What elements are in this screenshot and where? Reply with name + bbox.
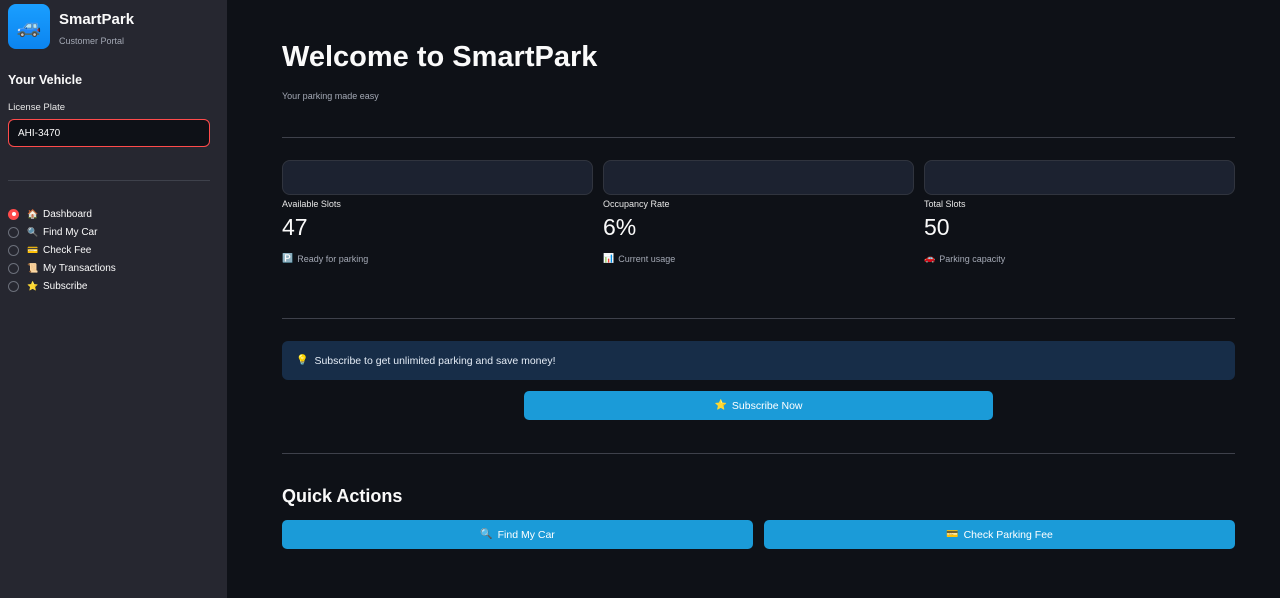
nav-radio-group: 🏠 Dashboard 🔍 Find My Car 💳 Check Fee 📜 … <box>8 205 116 295</box>
nav-label: Dashboard <box>43 208 92 220</box>
credit-card-icon: 💳 <box>946 529 959 540</box>
nav-item-my-transactions[interactable]: 📜 My Transactions <box>8 259 116 277</box>
metric-value: 47 <box>282 214 308 240</box>
radio-selected-icon[interactable] <box>8 208 19 220</box>
star-icon: ⭐ <box>714 400 727 411</box>
metric-card <box>282 160 593 195</box>
metric-value: 6% <box>603 214 637 240</box>
scroll-icon: 📜 <box>27 262 39 273</box>
nav-item-dashboard[interactable]: 🏠 Dashboard <box>8 205 116 223</box>
radio-icon[interactable] <box>8 280 19 292</box>
radio-icon[interactable] <box>8 244 19 256</box>
metric-card <box>924 160 1235 195</box>
portal-label: Customer Portal <box>59 36 125 46</box>
info-text: Subscribe to get unlimited parking and s… <box>314 354 556 367</box>
find-my-car-button[interactable]: 🔍 Find My Car <box>282 520 753 549</box>
metric-total-slots: Total Slots 50 🚗 Parking capacity <box>924 160 1235 264</box>
metric-occupancy-rate: Occupancy Rate 6% 📊 Current usage <box>603 160 914 264</box>
magnifier-icon: 🔍 <box>480 529 493 540</box>
app-name: SmartPark <box>59 11 135 28</box>
house-icon: 🏠 <box>27 208 39 219</box>
metric-label: Total Slots <box>924 199 966 209</box>
car-icon: 🚗 <box>924 253 936 263</box>
brand: 🚙 SmartPark Customer Portal <box>8 4 134 49</box>
metric-note-text: Ready for parking <box>297 253 369 264</box>
bar-chart-icon: 📊 <box>603 253 615 263</box>
metric-card <box>603 160 914 195</box>
magnifier-icon: 🔍 <box>27 226 39 237</box>
metric-label: Occupancy Rate <box>603 199 670 209</box>
lightbulb-icon: 💡 <box>296 355 309 366</box>
check-parking-fee-button[interactable]: 💳 Check Parking Fee <box>764 520 1235 549</box>
nav-label: Check Fee <box>43 244 92 256</box>
nav-item-check-fee[interactable]: 💳 Check Fee <box>8 241 116 259</box>
button-label: Check Parking Fee <box>963 528 1053 541</box>
radio-icon[interactable] <box>8 226 19 238</box>
car-logo-icon: 🚙 <box>8 4 50 49</box>
metric-note: 🚗 Parking capacity <box>924 253 1235 264</box>
metric-available-slots: Available Slots 47 🅿️ Ready for parking <box>282 160 593 264</box>
nav-label: Subscribe <box>43 280 88 292</box>
metric-value: 50 <box>924 214 950 240</box>
metric-note: 🅿️ Ready for parking <box>282 253 593 264</box>
main-content: Welcome to SmartPark Your parking made e… <box>282 0 1235 598</box>
metric-label: Available Slots <box>282 199 341 209</box>
page-title: Welcome to SmartPark <box>282 41 598 73</box>
nav-label: Find My Car <box>43 226 98 238</box>
button-label: Subscribe Now <box>731 399 803 412</box>
parking-icon: 🅿️ <box>282 253 294 263</box>
nav-item-find-my-car[interactable]: 🔍 Find My Car <box>8 223 116 241</box>
radio-icon[interactable] <box>8 262 19 274</box>
divider <box>282 137 1235 138</box>
credit-card-icon: 💳 <box>27 244 39 255</box>
metric-note-text: Parking capacity <box>939 253 1006 264</box>
subscribe-now-button[interactable]: ⭐ Subscribe Now <box>524 391 993 420</box>
nav-label: My Transactions <box>43 262 116 274</box>
subscribe-info-banner: 💡 Subscribe to get unlimited parking and… <box>282 341 1235 380</box>
sidebar: 🚙 SmartPark Customer Portal Your Vehicle… <box>0 0 227 598</box>
metric-note-text: Current usage <box>618 253 676 264</box>
metric-note: 📊 Current usage <box>603 253 914 264</box>
divider <box>282 318 1235 319</box>
button-label: Find My Car <box>497 528 555 541</box>
nav-item-subscribe[interactable]: ⭐ Subscribe <box>8 277 116 295</box>
sidebar-divider <box>8 180 210 181</box>
license-plate-input[interactable] <box>8 119 210 147</box>
vehicle-section-title: Your Vehicle <box>8 73 83 87</box>
divider <box>282 453 1235 454</box>
quick-actions-title: Quick Actions <box>282 486 403 506</box>
page-subtitle: Your parking made easy <box>282 91 379 101</box>
star-icon: ⭐ <box>27 280 39 291</box>
license-plate-label: License Plate <box>8 102 66 113</box>
